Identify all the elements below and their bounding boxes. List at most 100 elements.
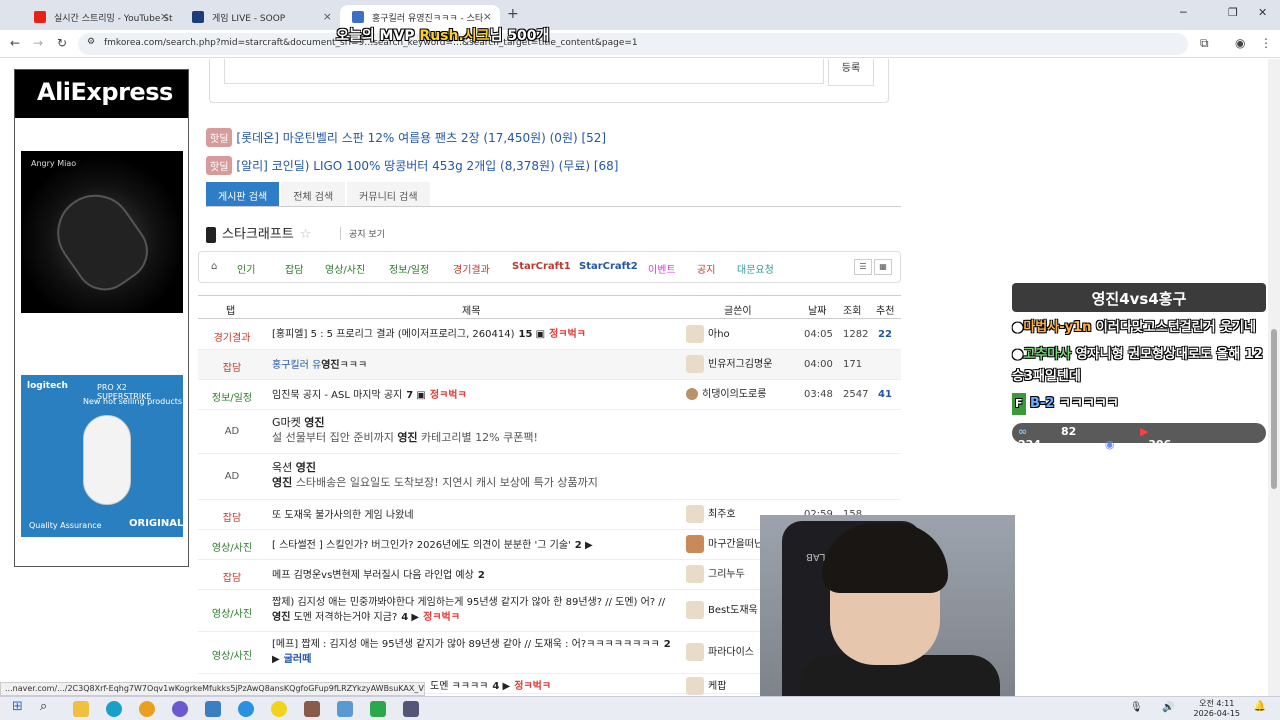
row-category[interactable]: 잡담 xyxy=(198,509,266,524)
app-icon[interactable] xyxy=(205,701,221,717)
tab-youtube[interactable]: 실시간 스트리밍 - YouTube St × xyxy=(22,5,177,30)
app-icon[interactable] xyxy=(172,701,188,717)
aliexpress-logo[interactable]: AliExpress xyxy=(15,70,188,118)
ad-title[interactable]: 옥션 영진 영진 스타배송은 일요일도 도착보장! 지연시 캐시 보상에 특가 상… xyxy=(272,460,692,490)
windows-start-icon[interactable]: ⊞ xyxy=(12,699,28,715)
site-info-icon[interactable]: ⚙ xyxy=(87,37,95,47)
category-video[interactable]: 영상/사진 xyxy=(325,261,365,276)
table-row[interactable]: 경기결과 [홍피엘] 5 : 5 프로리그 결과 (메이저프로리그, 26041… xyxy=(198,320,901,350)
reload-icon[interactable]: ↻ xyxy=(57,36,67,50)
left-ad-banner[interactable]: AliExpress Angry Miao logitech PRO X2 SU… xyxy=(14,69,189,567)
category-request[interactable]: 대문요청 xyxy=(737,261,774,276)
app-icon[interactable] xyxy=(370,701,386,717)
row-author[interactable]: 히댕이의도로롱 xyxy=(686,385,766,400)
row-author[interactable]: 아ho xyxy=(686,325,730,343)
board-title[interactable]: 스타크래프트 ☆ xyxy=(206,223,311,243)
tab-community-search[interactable]: 커뮤니티 검색 xyxy=(347,182,430,206)
mic-icon[interactable]: 🎙 xyxy=(1130,702,1143,713)
close-icon[interactable]: × xyxy=(483,10,492,23)
category-notice[interactable]: 공지 xyxy=(697,261,715,276)
category-info[interactable]: 정보/일정 xyxy=(389,261,429,276)
app-icon[interactable] xyxy=(337,701,353,717)
category-chat[interactable]: 잡담 xyxy=(285,261,303,276)
row-title[interactable]: 메프 김명운vs변현제 부러질시 다음 라인업 예상 2 xyxy=(272,568,682,583)
ad-title[interactable]: G마켓 영진 설 선물부터 집안 준비까지 영진 카테고리별 12% 쿠폰팩! xyxy=(272,415,682,445)
register-button[interactable]: 등록 xyxy=(828,59,874,86)
category-result[interactable]: 경기결과 xyxy=(453,261,490,276)
new-tab-button[interactable]: + xyxy=(507,6,519,22)
ad-row[interactable]: AD 옥션 영진 영진 스타배송은 일요일도 도착보장! 지연시 캐시 보상에 특… xyxy=(198,454,901,500)
ad-row[interactable]: AD G마켓 영진 설 선물부터 집안 준비까지 영진 카테고리별 12% 쿠폰팩… xyxy=(198,410,901,454)
hot-deal-link[interactable]: 핫딜 [롯데온] 마운틴벨리 스판 12% 여름용 팬츠 2장 (17,450원)… xyxy=(206,128,606,147)
row-category[interactable]: 영상/사진 xyxy=(198,539,266,554)
row-tag: 정ㅋ벅ㅋ xyxy=(429,390,467,401)
calculator-icon[interactable] xyxy=(403,701,419,717)
close-window-icon[interactable]: ✕ xyxy=(1258,6,1267,19)
row-title[interactable]: 또 도재욱 불가사의한 게임 나왔네 xyxy=(272,508,682,523)
row-author[interactable]: 파라다이스 xyxy=(686,643,754,661)
notification-icon[interactable]: 🔔 xyxy=(1254,701,1266,712)
maximize-icon[interactable]: ❐ xyxy=(1228,6,1238,19)
taskbar-clock[interactable]: 오전 4:11 2026-04-15 xyxy=(1194,699,1241,719)
row-category[interactable]: 영상/사진 xyxy=(198,605,266,620)
tab-label: 홍구킬러 유영진ㅋㅋㅋ - 스타 xyxy=(372,14,484,24)
file-explorer-icon[interactable] xyxy=(73,701,89,717)
tab-soop[interactable]: 게임 LIVE - SOOP × xyxy=(180,5,340,30)
row-title-bold: 영진 xyxy=(272,612,291,623)
row-title[interactable]: [ 스타썰전 ] 스킬인가? 버그인가? 2026년에도 의견이 분분한 '그 … xyxy=(272,538,682,553)
table-row[interactable]: 잡담 홍구킬러 유영진ㅋㅋㅋ 빈유저그김명운 04:00 171 xyxy=(198,350,901,380)
category-popular[interactable]: 인기 xyxy=(237,261,255,276)
row-category[interactable]: 경기결과 xyxy=(198,329,266,344)
close-icon[interactable]: × xyxy=(323,10,332,23)
comment-textarea[interactable] xyxy=(224,59,824,84)
scrollbar-thumb[interactable] xyxy=(1271,329,1277,489)
category-sc2[interactable]: StarCraft2 xyxy=(579,261,638,272)
row-title[interactable]: 짭제) 김지성 애는 민중까봐야한다 게임하는게 95년생 같지가 않아 한 8… xyxy=(272,595,677,625)
row-author[interactable]: Best도재욱 xyxy=(686,601,758,619)
row-category[interactable]: 정보/일정 xyxy=(198,389,266,404)
app-icon[interactable] xyxy=(304,701,320,717)
notice-view-link[interactable]: 공지 보기 xyxy=(340,227,385,240)
row-title[interactable]: [홍피엘] 5 : 5 프로리그 결과 (메이저프로리그, 260414) 15 … xyxy=(272,327,682,342)
back-icon[interactable]: ← xyxy=(10,36,20,50)
category-event[interactable]: 이벤트 xyxy=(648,261,676,276)
row-category[interactable]: 잡담 xyxy=(198,359,266,374)
grid-view-icon[interactable]: ▦ xyxy=(874,259,892,275)
gaming-mouse-ad-image[interactable]: Angry Miao xyxy=(21,151,183,313)
row-category: AD xyxy=(224,471,240,482)
row-title[interactable]: [메프] 짭제 : 김지성 애는 95년생 같지가 않아 89년생 같아 // … xyxy=(272,637,677,667)
home-icon[interactable]: ⌂ xyxy=(211,261,217,272)
row-category[interactable]: 잡담 xyxy=(198,569,266,584)
extensions-icon[interactable]: ⧉ xyxy=(1200,36,1209,51)
logitech-ad-image[interactable]: logitech PRO X2 SUPERSTRIKE New hot sell… xyxy=(21,375,183,537)
kakaotalk-icon[interactable] xyxy=(271,701,287,717)
row-author[interactable]: 케팝 xyxy=(686,677,726,695)
minimize-icon[interactable]: ─ xyxy=(1180,6,1187,19)
volume-icon[interactable]: 🔊 xyxy=(1162,702,1174,713)
row-category[interactable]: 영상/사진 xyxy=(198,647,266,662)
list-view-icon[interactable]: ☰ xyxy=(854,259,872,275)
category-sc1[interactable]: StarCraft1 xyxy=(512,261,571,272)
profile-icon[interactable]: ◉ xyxy=(1235,36,1245,50)
webcam-overlay: SECRET LAB xyxy=(760,515,1015,696)
close-icon[interactable]: × xyxy=(160,10,169,23)
url-input[interactable]: ⚙ fmkorea.com/search.php?mid=starcraft&d… xyxy=(78,33,1188,55)
row-title[interactable]: 임진묵 공지 - ASL 마지막 공지 7 ▣ 정ㅋ벅ㅋ xyxy=(272,388,682,403)
table-row[interactable]: 정보/일정 임진묵 공지 - ASL 마지막 공지 7 ▣ 정ㅋ벅ㅋ 히댕이의도로롱… xyxy=(198,380,901,410)
row-author[interactable]: 빈유저그김명운 xyxy=(686,355,772,373)
row-author[interactable]: 최주호 xyxy=(686,505,736,523)
row-author[interactable]: 그리누두 xyxy=(686,565,745,583)
row-views: 171 xyxy=(843,359,863,370)
menu-icon[interactable]: ⋮ xyxy=(1260,36,1272,50)
table-header: 탭 제목 글쓴이 날짜 조회 추천 xyxy=(198,295,901,319)
star-icon[interactable]: ☆ xyxy=(300,227,312,242)
edge-icon[interactable] xyxy=(106,701,122,717)
search-icon[interactable]: ⌕ xyxy=(40,699,56,715)
forward-icon[interactable]: → xyxy=(33,36,43,50)
app-icon[interactable] xyxy=(238,701,254,717)
tab-all-search[interactable]: 전체 검색 xyxy=(281,182,346,206)
row-title[interactable]: 홍구킬러 유영진ㅋㅋㅋ xyxy=(272,358,682,373)
chrome-icon[interactable] xyxy=(139,701,155,717)
tab-board-search[interactable]: 게시판 검색 xyxy=(206,182,280,206)
hot-deal-link[interactable]: 핫딜 [알리] 코인딜) LIGO 100% 땅콩버터 453g 2개입 (8,3… xyxy=(206,156,619,175)
